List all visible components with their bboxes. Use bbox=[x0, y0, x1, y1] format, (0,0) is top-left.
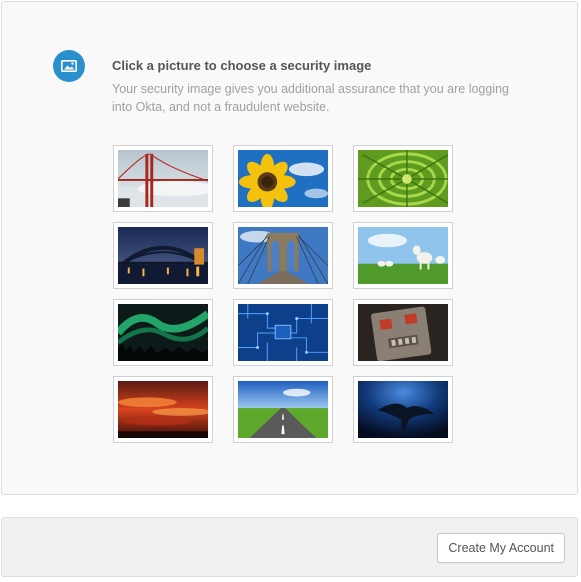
image-icon bbox=[53, 50, 85, 82]
create-my-account-button[interactable]: Create My Account bbox=[437, 533, 565, 563]
security-image-sunflower[interactable] bbox=[233, 145, 333, 212]
security-image-red-sunset-sky[interactable] bbox=[113, 376, 213, 443]
form-footer: Create My Account bbox=[1, 517, 578, 577]
security-image-aurora-borealis[interactable] bbox=[113, 299, 213, 366]
security-image-manta-ray[interactable] bbox=[353, 376, 453, 443]
security-image-sheep-in-field[interactable] bbox=[353, 222, 453, 289]
security-image-sydney-harbour-bridge[interactable] bbox=[113, 222, 213, 289]
security-image-road-to-horizon[interactable] bbox=[233, 376, 333, 443]
page-description: Your security image gives you additional… bbox=[112, 82, 510, 114]
security-image-succulent-plant[interactable] bbox=[353, 145, 453, 212]
security-image-robot[interactable] bbox=[353, 299, 453, 366]
page-title: Click a picture to choose a security ima… bbox=[112, 58, 372, 73]
security-image-circuit-board[interactable] bbox=[233, 299, 333, 366]
security-image-golden-gate-bridge[interactable] bbox=[113, 145, 213, 212]
security-image-panel: Click a picture to choose a security ima… bbox=[1, 1, 578, 495]
security-image-brooklyn-bridge[interactable] bbox=[233, 222, 333, 289]
security-image-grid bbox=[113, 145, 455, 443]
